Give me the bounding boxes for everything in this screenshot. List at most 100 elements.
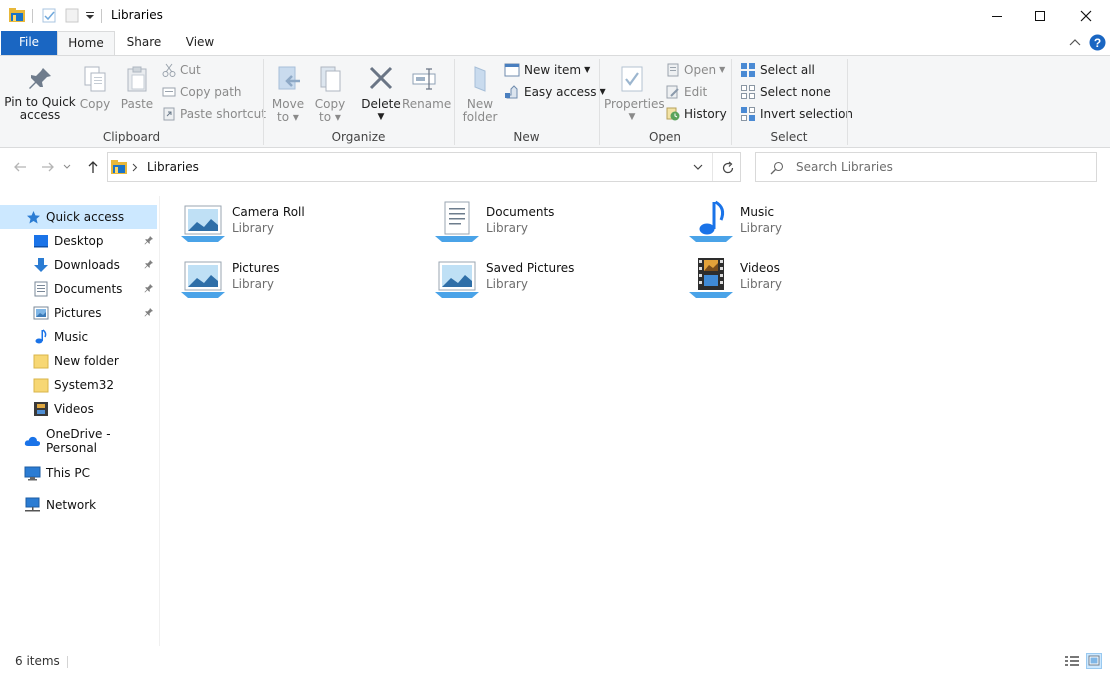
copy-path-icon <box>162 87 176 97</box>
address-bar[interactable]: Libraries <box>107 152 741 182</box>
new-folder-label-2: folder <box>462 110 498 124</box>
library-tile-videos[interactable]: Videos Library <box>688 252 928 300</box>
sidebar-item-pictures[interactable]: Pictures <box>0 301 157 325</box>
large-icons-view-icon[interactable] <box>1086 653 1102 669</box>
help-icon[interactable]: ? <box>1089 34 1106 51</box>
breadcrumb-libraries[interactable]: Libraries <box>147 160 199 174</box>
libraries-folder-icon[interactable] <box>8 7 26 23</box>
pin-icon <box>29 68 51 89</box>
sidebar-item-onedrive[interactable]: OneDrive - Personal <box>0 427 157 455</box>
customize-toolbar-icon[interactable] <box>85 11 95 21</box>
library-name: Pictures <box>232 261 280 275</box>
select-all-button[interactable]: Select all <box>740 60 815 80</box>
library-name: Camera Roll <box>232 205 305 219</box>
tab-share[interactable]: Share <box>122 31 166 55</box>
pin-icon <box>144 308 153 317</box>
maximize-button[interactable] <box>1017 0 1063 31</box>
new-folder-icon[interactable] <box>65 8 80 23</box>
sidebar-item-network[interactable]: Network <box>0 493 157 517</box>
pin-to-quick-access-button[interactable]: Pin to Quick access <box>4 65 76 122</box>
sidebar-item-system32[interactable]: System32 <box>0 373 157 397</box>
address-history-chevron-icon[interactable] <box>693 164 703 171</box>
tab-file[interactable]: File <box>1 31 57 55</box>
back-button[interactable] <box>9 158 31 176</box>
history-button[interactable]: History <box>666 104 727 124</box>
properties-button[interactable]: Properties ▼ <box>604 65 665 124</box>
new-folder-label: New folder <box>54 354 119 368</box>
move-to-icon <box>278 66 300 90</box>
tab-view[interactable]: View <box>178 31 222 55</box>
copy-to-icon <box>320 66 341 92</box>
copy-path-button[interactable]: Copy path <box>162 82 242 102</box>
search-box[interactable]: Search Libraries <box>755 152 1097 182</box>
recent-locations-button[interactable] <box>60 158 74 176</box>
cut-label: Cut <box>180 63 201 77</box>
up-button[interactable] <box>82 158 104 176</box>
copy-button[interactable]: Copy <box>78 65 112 111</box>
sidebar-item-quick-access[interactable]: Quick access <box>0 205 157 229</box>
open-button[interactable]: Open ▼ <box>666 60 725 80</box>
desktop-icon <box>34 235 48 248</box>
new-folder-button[interactable]: New folder <box>460 65 500 124</box>
library-tile-camera-roll[interactable]: Camera Roll Library <box>180 196 420 244</box>
paste-shortcut-icon <box>163 107 175 121</box>
library-name: Saved Pictures <box>486 261 575 275</box>
properties-large-icon <box>621 66 643 92</box>
easy-access-label: Easy access <box>524 85 597 99</box>
library-name: Videos <box>740 261 780 275</box>
properties-dropdown-icon: ▼ <box>628 112 636 122</box>
paste-button[interactable]: Paste <box>118 65 156 111</box>
item-count: 6 items <box>15 654 60 668</box>
libraries-folder-icon <box>111 160 127 174</box>
organize-group-label: Organize <box>331 130 386 144</box>
sidebar-item-music[interactable]: Music <box>0 325 157 349</box>
forward-button[interactable] <box>37 158 59 176</box>
library-name: Music <box>740 205 775 219</box>
sidebar-item-downloads[interactable]: Downloads <box>0 253 157 277</box>
sidebar-item-documents[interactable]: Documents <box>0 277 157 301</box>
desktop-label: Desktop <box>54 234 104 248</box>
breadcrumb-chevron-icon[interactable] <box>132 163 138 172</box>
collapse-ribbon-icon[interactable] <box>1069 37 1081 47</box>
library-tile-documents[interactable]: Documents Library <box>434 196 674 244</box>
videos-library-icon <box>689 258 733 298</box>
refresh-icon[interactable] <box>721 161 735 175</box>
easy-access-button[interactable]: Easy access ▼ <box>504 82 606 102</box>
library-tile-pictures[interactable]: Pictures Library <box>180 252 420 300</box>
pictures-label: Pictures <box>54 306 102 320</box>
new-folder-large-icon <box>474 66 486 92</box>
edit-button[interactable]: Edit <box>666 82 707 102</box>
network-icon <box>25 497 40 512</box>
library-tile-music[interactable]: Music Library <box>688 196 928 244</box>
paste-label: Paste <box>120 97 154 111</box>
maximize-icon <box>1035 10 1045 21</box>
rename-icon <box>412 68 436 90</box>
cut-button[interactable]: Cut <box>162 60 201 80</box>
tab-home[interactable]: Home <box>57 31 115 56</box>
invert-selection-button[interactable]: Invert selection <box>740 104 853 124</box>
ribbon: Pin to Quick access Copy Paste Cut Copy … <box>0 55 1110 148</box>
delete-button[interactable]: Delete ▼ <box>360 65 402 124</box>
minimize-button[interactable] <box>974 0 1020 31</box>
move-to-button[interactable]: Move to ▾ <box>270 65 306 124</box>
picture-icon <box>33 306 49 320</box>
library-name: Documents <box>486 205 555 219</box>
sidebar-item-videos[interactable]: Videos <box>0 397 157 421</box>
select-none-button[interactable]: Select none <box>740 82 831 102</box>
copy-to-button[interactable]: Copy to ▾ <box>312 65 348 124</box>
new-item-button[interactable]: New item ▼ <box>504 60 590 80</box>
copy-path-label: Copy path <box>180 85 242 99</box>
details-view-icon[interactable] <box>1064 654 1080 668</box>
sidebar-item-new-folder[interactable]: New folder <box>0 349 157 373</box>
close-button[interactable] <box>1063 0 1109 31</box>
sidebar-item-desktop[interactable]: Desktop <box>0 229 157 253</box>
paste-shortcut-button[interactable]: Paste shortcut <box>162 104 266 124</box>
paste-icon <box>127 66 147 92</box>
library-type: Library <box>486 277 528 291</box>
properties-icon[interactable] <box>42 8 57 23</box>
quick-access-label: Quick access <box>46 210 125 224</box>
rename-button[interactable]: Rename <box>402 65 451 111</box>
sidebar-item-this-pc[interactable]: This PC <box>0 461 157 485</box>
move-to-label-2: to ▾ <box>277 110 299 124</box>
library-tile-saved-pictures[interactable]: Saved Pictures Library <box>434 252 674 300</box>
